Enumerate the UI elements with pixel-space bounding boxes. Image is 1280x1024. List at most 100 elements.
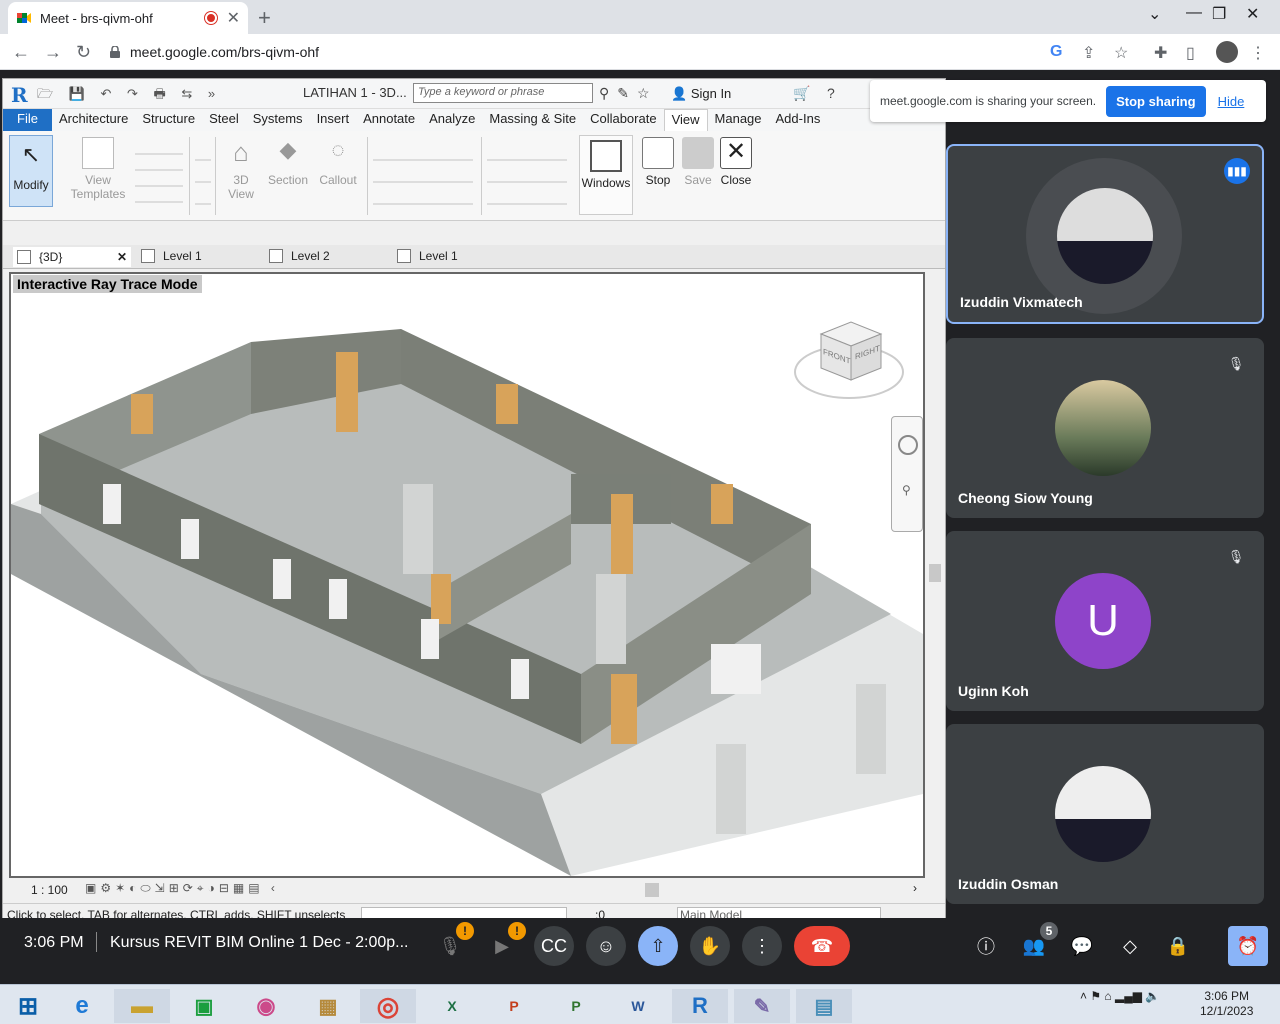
ribbon-tab-file[interactable]: File <box>3 109 52 131</box>
paint-icon[interactable]: ✎ <box>734 989 790 1023</box>
viewport-vertical-scrollbar[interactable] <box>927 272 943 878</box>
map-app-icon[interactable]: ▦ <box>300 989 356 1023</box>
ribbon-tab-analyze[interactable]: Analyze <box>422 109 482 131</box>
modify-button[interactable]: ↖ Modify <box>9 135 53 207</box>
word-icon[interactable]: W <box>610 989 666 1023</box>
view-tab-close-icon[interactable]: ✕ <box>117 250 127 264</box>
camera-button[interactable]: ▶! <box>482 922 526 966</box>
horizontal-scrollbar-thumb[interactable] <box>645 883 659 897</box>
present-button[interactable]: ⇧ <box>638 926 678 966</box>
3d-viewport[interactable]: Interactive Ray Trace Mode FRONT RIGHT ⚲ <box>9 272 925 878</box>
new-tab-button[interactable]: + <box>258 5 271 31</box>
revit-taskbar-icon[interactable]: R <box>672 989 728 1023</box>
extensions-icon[interactable]: ✚ <box>1154 43 1172 62</box>
ribbon-tab-architecture[interactable]: Architecture <box>52 109 135 131</box>
captions-button[interactable]: CC <box>534 926 574 966</box>
tab-close-icon[interactable]: ✕ <box>227 8 240 28</box>
address-bar[interactable]: meet.google.com/brs-qivm-ohf <box>110 38 1090 66</box>
minimize-button[interactable]: — <box>1186 4 1202 22</box>
view-tab-level1-ceiling[interactable]: Level 1 <box>397 249 458 263</box>
tab-search-icon[interactable]: ⌄ <box>1148 4 1161 24</box>
windows-button[interactable]: Windows <box>579 135 633 215</box>
powerpoint-icon[interactable]: P <box>486 989 542 1023</box>
participant-tile[interactable]: U 🎙 Uginn Koh <box>946 531 1264 711</box>
timer-icon[interactable]: ⏰ <box>1228 926 1268 966</box>
participant-tile[interactable]: 🎙 Cheong Siow Young <box>946 338 1264 518</box>
view-control-icons[interactable]: ▣⚙✶◐⬭⇲⊞⟳⌖◑⊟▦▤ ‹ <box>85 881 279 896</box>
mic-button[interactable]: 🎙! <box>430 922 474 966</box>
3d-view-button[interactable]: ⌂ 3D View <box>221 137 261 201</box>
view-templates-button[interactable]: View Templates <box>67 137 129 201</box>
ribbon-tab-collaborate[interactable]: Collaborate <box>583 109 664 131</box>
steering-wheel-icon[interactable] <box>898 435 918 455</box>
view-tab-3d[interactable]: {3D} ✕ <box>13 247 131 267</box>
start-button[interactable]: ⊞ <box>0 989 56 1023</box>
stop-sharing-button[interactable]: Stop sharing <box>1106 85 1206 117</box>
back-icon[interactable]: ← <box>12 42 30 63</box>
ribbon-tab-manage[interactable]: Manage <box>708 109 769 131</box>
activities-icon[interactable]: ◇ <box>1110 926 1150 966</box>
host-controls-icon[interactable]: 🔒 <box>1158 926 1198 966</box>
participant-tile[interactable]: ▮▮▮ Izuddin Vixmatech <box>946 144 1264 324</box>
sign-in-button[interactable]: 👤 Sign In <box>671 86 731 102</box>
google-icon[interactable]: G <box>1050 43 1068 61</box>
close-window-button[interactable]: ✕ <box>1246 4 1259 24</box>
people-icon[interactable]: 👥 5 <box>1014 922 1058 966</box>
ribbon-tab-view[interactable]: View <box>663 109 708 131</box>
menu-icon[interactable]: ⋮ <box>1250 43 1268 62</box>
maximize-button[interactable]: ❐ <box>1212 4 1226 24</box>
profile-avatar[interactable] <box>1216 41 1238 63</box>
stop-button[interactable]: Stop <box>639 137 677 187</box>
forward-icon[interactable]: → <box>44 42 62 63</box>
keyword-search-input[interactable]: Type a keyword or phrase <box>413 83 593 103</box>
browser-tab[interactable]: Meet - brs-qivm-ohf ✕ <box>8 2 248 34</box>
excel-icon[interactable]: X <box>424 989 480 1023</box>
project-icon[interactable]: P <box>548 989 604 1023</box>
file-explorer-icon[interactable]: ▬ <box>114 989 170 1023</box>
sheet-composition-tools[interactable] <box>373 139 473 209</box>
more-options-button[interactable]: ⋮ <box>742 926 782 966</box>
side-panel-icon[interactable]: ▯ <box>1186 43 1204 62</box>
raise-hand-button[interactable]: ✋ <box>690 926 730 966</box>
save-button[interactable]: Save <box>679 137 717 187</box>
store-icon[interactable]: ▣ <box>176 989 232 1023</box>
emoji-button[interactable]: ☺ <box>586 926 626 966</box>
ribbon-tab-steel[interactable]: Steel <box>202 109 246 131</box>
section-button[interactable]: ◆ Section <box>265 137 311 187</box>
help-icon[interactable]: ? <box>827 85 835 101</box>
binoculars-icon[interactable]: ⚲✎☆ <box>599 85 658 102</box>
view-tab-level1[interactable]: Level 1 <box>141 249 202 263</box>
system-tray[interactable]: ˄ ⚑ ⌂ ▂▄▆ 🔈 <box>1080 989 1160 1003</box>
ribbon-tab-addins[interactable]: Add-Ins <box>769 109 828 131</box>
scroll-right-icon[interactable]: › <box>913 881 917 895</box>
reload-icon[interactable]: ↻ <box>76 42 91 63</box>
navigation-bar[interactable]: ⚲ <box>891 416 923 532</box>
ribbon-tab-annotate[interactable]: Annotate <box>356 109 422 131</box>
cart-icon[interactable]: 🛒 <box>793 85 810 102</box>
window-tools[interactable] <box>487 139 567 209</box>
notepad-icon[interactable]: ▤ <box>796 989 852 1023</box>
internet-explorer-icon[interactable]: e <box>54 989 110 1023</box>
chrome-icon[interactable]: ◎ <box>360 989 416 1023</box>
bookmark-star-icon[interactable]: ☆ <box>1114 43 1132 62</box>
view-scale[interactable]: 1 : 100 <box>31 883 68 897</box>
share-icon[interactable]: ⇪ <box>1082 43 1100 62</box>
graphics-tools[interactable] <box>135 139 183 209</box>
revit-logo-icon[interactable]: R <box>11 83 28 107</box>
render-tools[interactable] <box>195 139 211 209</box>
hide-banner-link[interactable]: Hide <box>1218 94 1245 109</box>
close-button[interactable]: ✕ Close <box>717 137 755 187</box>
view-tab-level2[interactable]: Level 2 <box>269 249 330 263</box>
leave-call-button[interactable]: ☎ <box>794 926 850 966</box>
chat-icon[interactable]: 💬 <box>1062 926 1102 966</box>
callout-button[interactable]: ◌ Callout <box>315 137 361 187</box>
zoom-icon[interactable]: ⚲ <box>902 483 911 497</box>
scrollbar-thumb[interactable] <box>929 564 941 582</box>
taskbar-clock[interactable]: 3:06 PM 12/1/2023 <box>1200 989 1253 1019</box>
ribbon-tab-massing[interactable]: Massing & Site <box>482 109 583 131</box>
quick-access-toolbar[interactable]: 🗁 💾 ↶ ↷ 🖶 ⇆ » <box>37 85 221 107</box>
meeting-info-icon[interactable]: ⓘ <box>966 926 1006 966</box>
viewcube[interactable]: FRONT RIGHT <box>791 314 907 404</box>
ribbon-tab-insert[interactable]: Insert <box>310 109 357 131</box>
ribbon-tab-structure[interactable]: Structure <box>135 109 202 131</box>
